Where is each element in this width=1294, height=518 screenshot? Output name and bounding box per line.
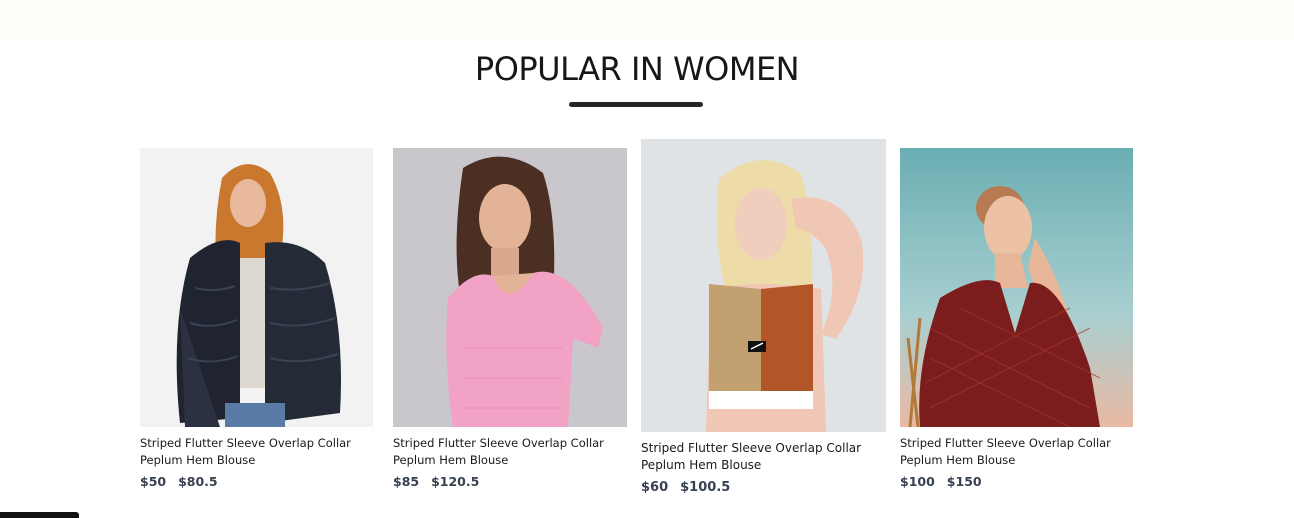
section-title: POPULAR IN WOMEN: [474, 50, 800, 88]
price-original: $80.5: [178, 474, 218, 489]
title-underline: [569, 102, 703, 107]
price-original: $120.5: [431, 474, 480, 489]
product-image[interactable]: [140, 148, 373, 427]
price-original: $150: [946, 474, 982, 489]
product-image[interactable]: [900, 148, 1133, 427]
product-prices: $60 $100.5: [641, 480, 886, 495]
product-prices: $85 $120.5: [393, 474, 627, 489]
product-image[interactable]: [641, 139, 886, 432]
product-image[interactable]: [393, 148, 627, 427]
top-banner-strip: [0, 0, 1294, 44]
product-prices: $50 $80.5: [140, 474, 373, 489]
price-original: $100.5: [680, 480, 731, 495]
product-name[interactable]: Striped Flutter Sleeve Overlap Collar Pe…: [393, 435, 625, 468]
product-card[interactable]: Striped Flutter Sleeve Overlap Collar Pe…: [140, 148, 373, 489]
product-name[interactable]: Striped Flutter Sleeve Overlap Collar Pe…: [900, 435, 1132, 468]
product-card[interactable]: Striped Flutter Sleeve Overlap Collar Pe…: [393, 148, 627, 489]
product-card[interactable]: Striped Flutter Sleeve Overlap Collar Pe…: [900, 148, 1133, 489]
bottom-toolbar-edge: [0, 512, 79, 518]
price-current: $50: [140, 474, 167, 489]
product-card-highlighted[interactable]: Striped Flutter Sleeve Overlap Collar Pe…: [641, 139, 886, 495]
price-current: $85: [393, 474, 420, 489]
price-current: $100: [900, 474, 935, 489]
price-current: $60: [641, 480, 669, 495]
product-prices: $100 $150: [900, 474, 1133, 489]
product-name[interactable]: Striped Flutter Sleeve Overlap Collar Pe…: [641, 440, 881, 474]
product-name[interactable]: Striped Flutter Sleeve Overlap Collar Pe…: [140, 435, 372, 468]
